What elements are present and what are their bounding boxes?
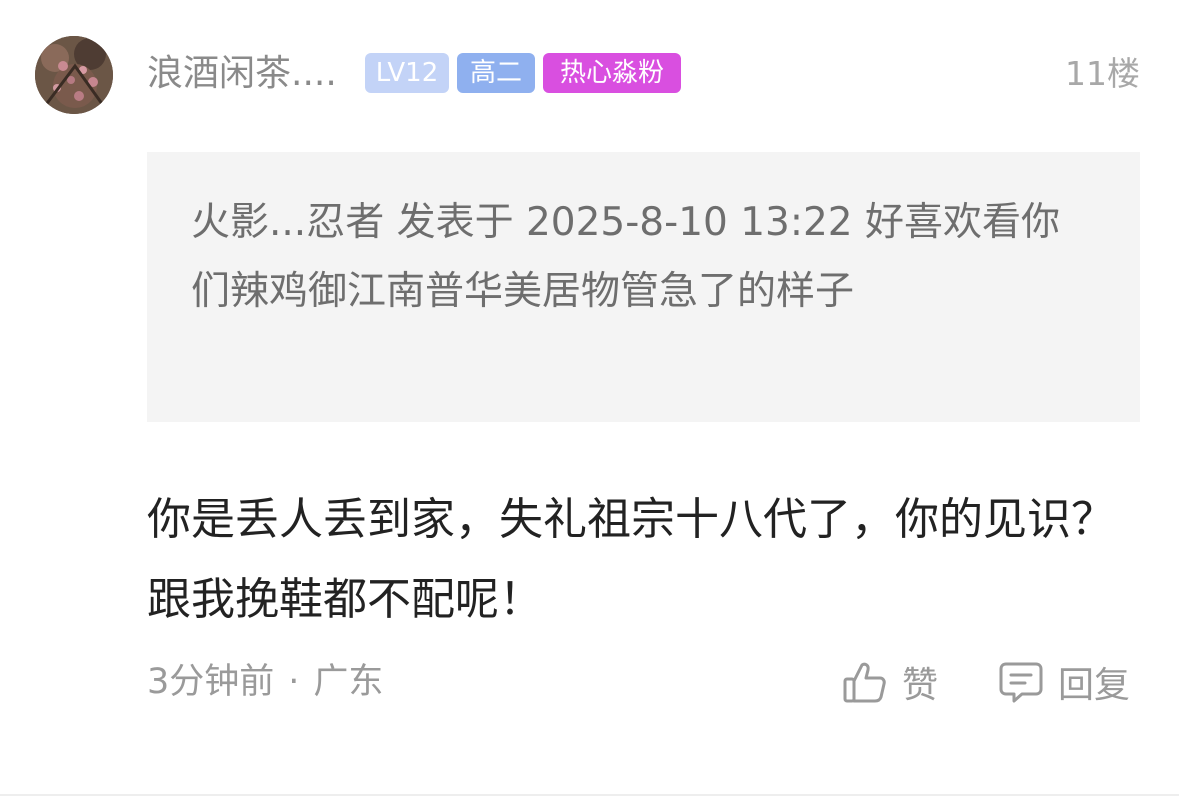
post-location: 广东 — [313, 662, 384, 702]
floor-number: 11楼 — [1065, 54, 1140, 93]
comment-body: 你是丢人丢到家，失礼祖宗十八代了，你的见识？跟我挽鞋都不配呢！ — [147, 494, 1115, 625]
post-time: 3分钟前 — [147, 662, 275, 702]
like-button[interactable]: 赞 — [842, 656, 938, 708]
quote-text: 火影...忍者 发表于 2025-8-10 13:22 好喜欢看你们辣鸡御江南普… — [191, 200, 1061, 314]
level-badge: LV12 — [365, 53, 449, 93]
fan-badge: 热心淼粉 — [543, 53, 681, 93]
reply-label: 回复 — [1058, 665, 1131, 706]
like-label: 赞 — [902, 665, 939, 706]
grade-badge: 高二 — [457, 53, 535, 93]
meta-separator: · — [288, 662, 300, 702]
quoted-post[interactable]: 火影...忍者 发表于 2025-8-10 13:22 好喜欢看你们辣鸡御江南普… — [147, 152, 1140, 422]
reply-button[interactable]: 回复 — [998, 656, 1130, 708]
thumbs-up-icon — [842, 659, 888, 705]
comment-meta: 3分钟前 · 广东 — [147, 658, 383, 706]
comment-icon — [998, 659, 1044, 705]
comment-item: 浪酒闲茶.... LV12 高二 热心淼粉 11楼 火影...忍者 发表于 20… — [0, 0, 1179, 796]
avatar[interactable] — [35, 36, 113, 114]
avatar-photo — [35, 36, 113, 114]
username[interactable]: 浪酒闲茶.... — [147, 50, 337, 98]
